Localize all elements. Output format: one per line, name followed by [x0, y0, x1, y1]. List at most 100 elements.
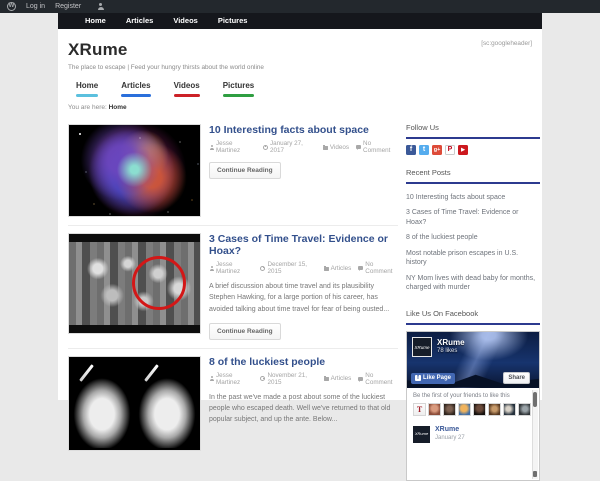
- friend-avatar: [428, 402, 441, 416]
- site-header: XRume The place to escape | Feed your hu…: [58, 29, 542, 71]
- nav-item-videos[interactable]: Videos: [163, 13, 207, 29]
- post-date: January 27, 2017: [269, 140, 303, 155]
- friend-avatar: [488, 402, 501, 416]
- facebook-page-logo[interactable]: XRume: [412, 336, 432, 357]
- post-category[interactable]: Articles: [331, 375, 352, 382]
- login-link[interactable]: Log in: [26, 3, 45, 10]
- recent-post-link[interactable]: Most notable prison escapes in U.S. hist…: [406, 246, 540, 271]
- scrollbar-thumb[interactable]: [533, 391, 537, 407]
- post-author[interactable]: Jesse Martinez: [216, 372, 253, 386]
- underline-articles: [121, 94, 151, 97]
- header-shortcode-text: [sc:googleheader]: [481, 40, 532, 47]
- post-comments[interactable]: No Comment: [365, 261, 398, 275]
- subnav-item-videos[interactable]: Videos: [166, 80, 208, 97]
- post-thumbnail-skull-xray[interactable]: [68, 355, 201, 451]
- post-excerpt: In the past we've made a post about some…: [209, 393, 391, 424]
- friend-avatar: [413, 402, 426, 416]
- post-date: December 15, 2015: [267, 261, 308, 276]
- post-category[interactable]: Articles: [331, 265, 352, 272]
- author-icon: [209, 144, 214, 150]
- post-date: November 21, 2015: [267, 371, 308, 386]
- post-author[interactable]: Jesse Martinez: [216, 140, 256, 154]
- date-icon: [260, 376, 266, 382]
- twitter-icon[interactable]: t: [419, 145, 429, 155]
- friend-avatar: [473, 402, 486, 416]
- facebook-like-page-button[interactable]: f Like Page: [411, 372, 456, 384]
- facebook-cover-photo: XRume XRume 78 likes f Like Page Share: [407, 331, 539, 388]
- category-icon: [323, 265, 329, 271]
- facebook-like-widget: Like Us On Facebook XRume XRume 78 likes…: [406, 309, 540, 481]
- post-author[interactable]: Jesse Martinez: [216, 261, 253, 275]
- user-icon[interactable]: [97, 3, 104, 10]
- post-title-link[interactable]: 8 of the luckiest people: [209, 356, 398, 368]
- post-thumbnail-nebula[interactable]: [68, 124, 201, 217]
- post-comments[interactable]: No Comment: [365, 372, 398, 386]
- youtube-icon[interactable]: ▶: [458, 145, 468, 155]
- register-link[interactable]: Register: [55, 3, 81, 10]
- recent-post-link[interactable]: 10 Interesting facts about space: [406, 190, 540, 205]
- facebook-feed-post[interactable]: XRume XRume January 27: [413, 425, 533, 443]
- comments-icon: [358, 376, 364, 382]
- title-underline: [406, 137, 540, 139]
- post-thumbnail-crowd-red-circle[interactable]: [68, 233, 201, 334]
- pinterest-icon[interactable]: P: [445, 145, 455, 155]
- post-title-link[interactable]: 3 Cases of Time Travel: Evidence or Hoax…: [209, 233, 398, 257]
- subnav-item-home[interactable]: Home: [68, 80, 106, 97]
- main-navbar: Home Articles Videos Pictures: [58, 13, 542, 29]
- continue-reading-button[interactable]: Continue Reading: [209, 162, 281, 180]
- recent-post-link[interactable]: 3 Cases of Time Travel: Evidence or Hoax…: [406, 205, 540, 230]
- facebook-f-icon: f: [415, 375, 421, 381]
- friend-avatar: [443, 402, 456, 416]
- posts-column: 10 Interesting facts about space Jesse M…: [68, 117, 398, 481]
- title-underline: [406, 322, 540, 325]
- widget-title: Recent Posts: [406, 168, 451, 177]
- breadcrumb-current[interactable]: Home: [109, 104, 127, 111]
- comments-icon: [358, 266, 364, 271]
- sidebar: Follow Us f t g+ P ▶ Recent Posts 10 Int…: [406, 117, 540, 481]
- googleplus-icon[interactable]: g+: [432, 145, 442, 155]
- facebook-post-author[interactable]: XRume: [435, 426, 465, 433]
- nav-item-home[interactable]: Home: [75, 13, 116, 29]
- recent-posts-widget: Recent Posts 10 Interesting facts about …: [406, 168, 540, 296]
- date-icon: [262, 144, 268, 150]
- facebook-page-plugin: XRume XRume 78 likes f Like Page Share Be…: [406, 330, 540, 481]
- friend-avatar: [503, 402, 516, 416]
- recent-post-link[interactable]: 8 of the luckiest people: [406, 230, 540, 245]
- follow-us-widget: Follow Us f t g+ P ▶: [406, 123, 540, 155]
- site-title[interactable]: XRume: [68, 40, 532, 60]
- underline-videos: [173, 94, 200, 97]
- recent-post-link[interactable]: NY Mom lives with dead baby for months, …: [406, 271, 540, 296]
- subnav-item-articles[interactable]: Articles: [113, 80, 158, 97]
- title-underline: [406, 182, 540, 184]
- facebook-widget-scrollbar[interactable]: [532, 389, 538, 479]
- scrollbar-down-arrow[interactable]: [533, 470, 537, 477]
- underline-home: [76, 94, 99, 97]
- widget-title: Like Us On Facebook: [406, 308, 479, 318]
- wordpress-logo-icon[interactable]: W: [7, 2, 16, 11]
- category-icon: [323, 376, 329, 382]
- friend-avatars-row: [413, 402, 533, 416]
- date-icon: [260, 265, 266, 271]
- facebook-page-name[interactable]: XRume: [437, 338, 465, 347]
- continue-reading-button[interactable]: Continue Reading: [209, 322, 281, 340]
- facebook-post-date: January 27: [435, 434, 465, 441]
- nav-item-articles[interactable]: Articles: [116, 13, 164, 29]
- facebook-likes-count: 78 likes: [437, 347, 458, 354]
- post-comments[interactable]: No Comment: [363, 140, 398, 154]
- friend-avatar: [518, 402, 531, 416]
- content-area: 10 Interesting facts about space Jesse M…: [58, 117, 542, 481]
- facebook-icon[interactable]: f: [406, 145, 416, 155]
- wp-admin-bar: W Log in Register: [0, 0, 600, 13]
- post-item: 8 of the luckiest people Jesse Martinez …: [68, 347, 398, 459]
- author-icon: [209, 376, 214, 382]
- post-title-link[interactable]: 10 Interesting facts about space: [209, 124, 398, 136]
- secondary-nav: Home Articles Videos Pictures: [68, 80, 532, 97]
- subnav-item-pictures[interactable]: Pictures: [215, 80, 263, 97]
- nav-item-pictures[interactable]: Pictures: [208, 13, 258, 29]
- breadcrumb: You are here: Home: [68, 104, 127, 111]
- facebook-share-button[interactable]: Share: [503, 371, 530, 384]
- facebook-invite-text: Be the first of your friends to like thi…: [413, 392, 510, 399]
- post-category[interactable]: Videos: [330, 144, 349, 151]
- page-container: Home Articles Videos Pictures XRume The …: [58, 13, 542, 481]
- xray-left: [71, 358, 133, 448]
